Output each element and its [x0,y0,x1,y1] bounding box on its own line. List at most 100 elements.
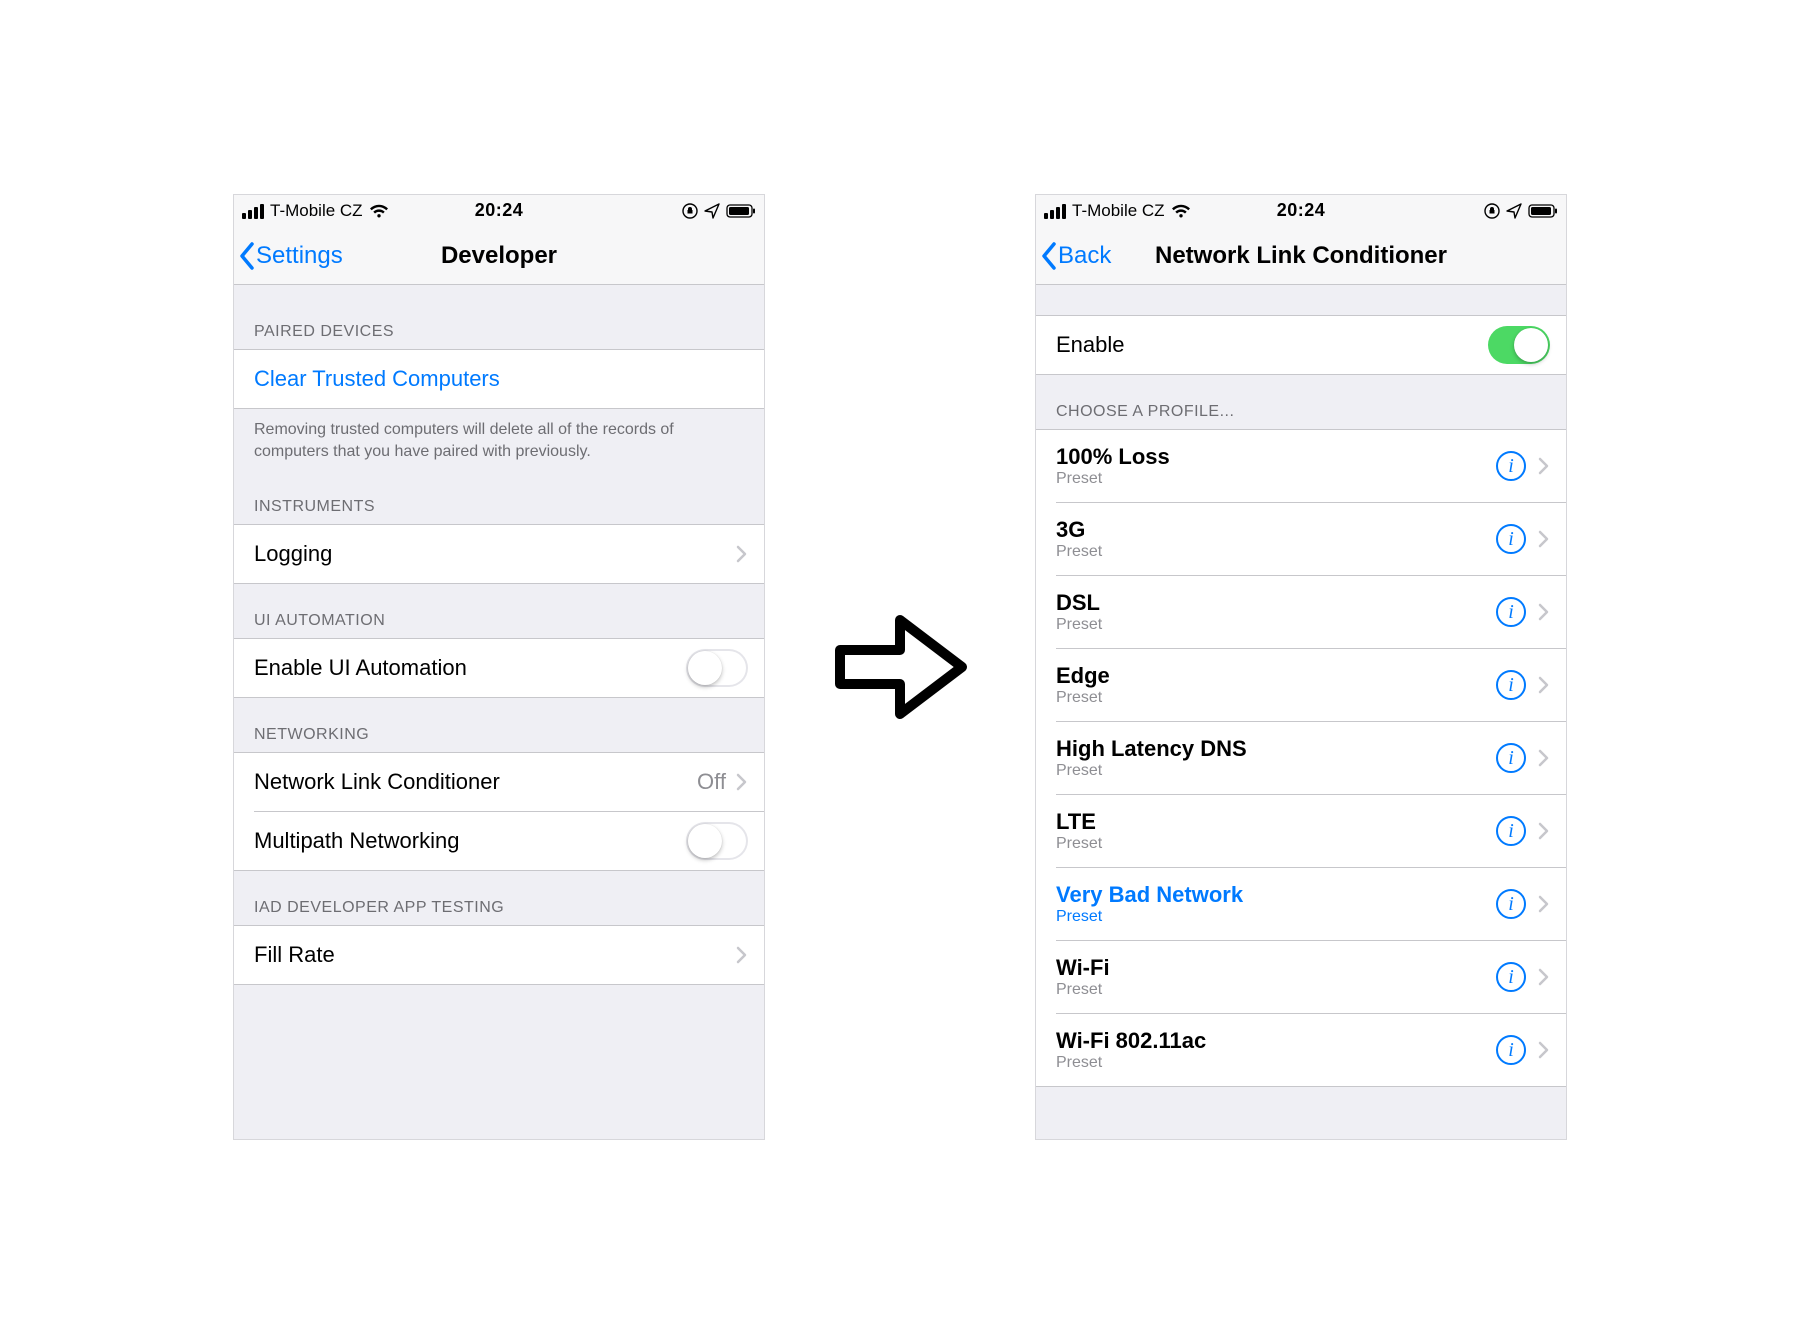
chevron-right-icon [1538,968,1550,986]
back-button[interactable]: Settings [234,241,343,271]
chevron-right-icon [736,545,748,563]
wifi-icon [369,204,389,219]
enable-ui-automation-switch[interactable] [686,649,748,687]
profile-subtitle: Preset [1056,908,1496,926]
profile-row[interactable]: LTEPreseti [1056,794,1566,867]
chevron-right-icon [1538,749,1550,767]
profile-subtitle: Preset [1056,1054,1496,1072]
chevron-right-icon [736,946,748,964]
battery-icon [1528,204,1558,218]
profile-subtitle: Preset [1056,981,1496,999]
content-scroll[interactable]: PAIRED DEVICES Clear Trusted Computers R… [234,285,764,1139]
info-icon[interactable]: i [1496,451,1526,481]
cell-label: Multipath Networking [254,828,686,854]
cell-label: Enable [1056,332,1488,358]
cell-label: Logging [254,541,736,567]
cell-label: Enable UI Automation [254,655,686,681]
profile-title: Wi-Fi [1056,955,1496,981]
carrier-label: T-Mobile CZ [270,201,363,221]
cell-label: Fill Rate [254,942,736,968]
profile-subtitle: Preset [1056,470,1496,488]
cell-value: Off [697,769,726,795]
page-title: Network Link Conditioner [1036,242,1566,270]
info-icon[interactable]: i [1496,743,1526,773]
info-icon[interactable]: i [1496,524,1526,554]
info-icon[interactable]: i [1496,670,1526,700]
profile-title: LTE [1056,809,1496,835]
location-icon [1506,203,1522,219]
status-bar: T-Mobile CZ 20:24 [234,195,764,227]
profile-title: High Latency DNS [1056,736,1496,762]
battery-icon [726,204,756,218]
back-label: Back [1058,242,1111,270]
chevron-right-icon [1538,457,1550,475]
profile-row[interactable]: High Latency DNSPreseti [1056,721,1566,794]
back-label: Settings [256,242,343,270]
profile-subtitle: Preset [1056,543,1496,561]
profile-title: Wi-Fi 802.11ac [1056,1028,1496,1054]
profile-title: 3G [1056,517,1496,543]
section-header-instruments: INSTRUMENTS [234,470,764,524]
chevron-right-icon [1538,530,1550,548]
cell-label: Network Link Conditioner [254,769,697,795]
info-icon[interactable]: i [1496,962,1526,992]
info-icon[interactable]: i [1496,889,1526,919]
arrow-right-icon [825,592,975,742]
multipath-networking-row: Multipath Networking [254,811,764,870]
enable-switch[interactable] [1488,326,1550,364]
status-bar: T-Mobile CZ 20:24 [1036,195,1566,227]
enable-row: Enable [1036,316,1566,374]
content-scroll[interactable]: Enable CHOOSE A PROFILE... 100% LossPres… [1036,285,1566,1139]
rotation-lock-icon [1484,203,1500,219]
section-header-ui-automation: UI AUTOMATION [234,584,764,638]
signal-bars-icon [1044,204,1066,219]
multipath-switch[interactable] [686,822,748,860]
screen-developer: T-Mobile CZ 20:24 Settings Developer [233,194,765,1140]
profile-title: 100% Loss [1056,444,1496,470]
logging-row[interactable]: Logging [234,525,764,583]
chevron-right-icon [1538,676,1550,694]
profile-title: DSL [1056,590,1496,616]
info-icon[interactable]: i [1496,597,1526,627]
profile-title: Edge [1056,663,1496,689]
profile-subtitle: Preset [1056,762,1496,780]
signal-bars-icon [242,204,264,219]
profile-row[interactable]: 3GPreseti [1056,502,1566,575]
profile-subtitle: Preset [1056,616,1496,634]
network-link-conditioner-row[interactable]: Network Link Conditioner Off [234,753,764,811]
fill-rate-row[interactable]: Fill Rate [234,926,764,984]
nav-bar: Settings Developer [234,227,764,285]
profile-row[interactable]: Very Bad NetworkPreseti [1056,867,1566,940]
info-icon[interactable]: i [1496,1035,1526,1065]
screen-network-link-conditioner: T-Mobile CZ 20:24 Back Network Link Con [1035,194,1567,1140]
profile-row[interactable]: Wi-Fi 802.11acPreseti [1056,1013,1566,1086]
section-footer-paired: Removing trusted computers will delete a… [234,409,764,470]
profile-row[interactable]: DSLPreseti [1056,575,1566,648]
chevron-right-icon [1538,822,1550,840]
section-header-profiles: CHOOSE A PROFILE... [1036,375,1566,429]
info-icon[interactable]: i [1496,816,1526,846]
nav-bar: Back Network Link Conditioner [1036,227,1566,285]
profile-subtitle: Preset [1056,689,1496,707]
profile-title: Very Bad Network [1056,882,1496,908]
chevron-left-icon [238,241,256,271]
carrier-label: T-Mobile CZ [1072,201,1165,221]
back-button[interactable]: Back [1036,241,1111,271]
section-header-iad: IAD DEVELOPER APP TESTING [234,871,764,925]
chevron-right-icon [736,773,748,791]
rotation-lock-icon [682,203,698,219]
clear-trusted-button[interactable]: Clear Trusted Computers [234,350,764,408]
profile-subtitle: Preset [1056,835,1496,853]
wifi-icon [1171,204,1191,219]
location-icon [704,203,720,219]
chevron-left-icon [1040,241,1058,271]
chevron-right-icon [1538,895,1550,913]
chevron-right-icon [1538,603,1550,621]
profile-row[interactable]: 100% LossPreseti [1036,430,1566,502]
section-header-paired: PAIRED DEVICES [234,285,764,349]
section-header-networking: NETWORKING [234,698,764,752]
chevron-right-icon [1538,1041,1550,1059]
profile-row[interactable]: EdgePreseti [1056,648,1566,721]
profile-row[interactable]: Wi-FiPreseti [1056,940,1566,1013]
enable-ui-automation-row: Enable UI Automation [234,639,764,697]
